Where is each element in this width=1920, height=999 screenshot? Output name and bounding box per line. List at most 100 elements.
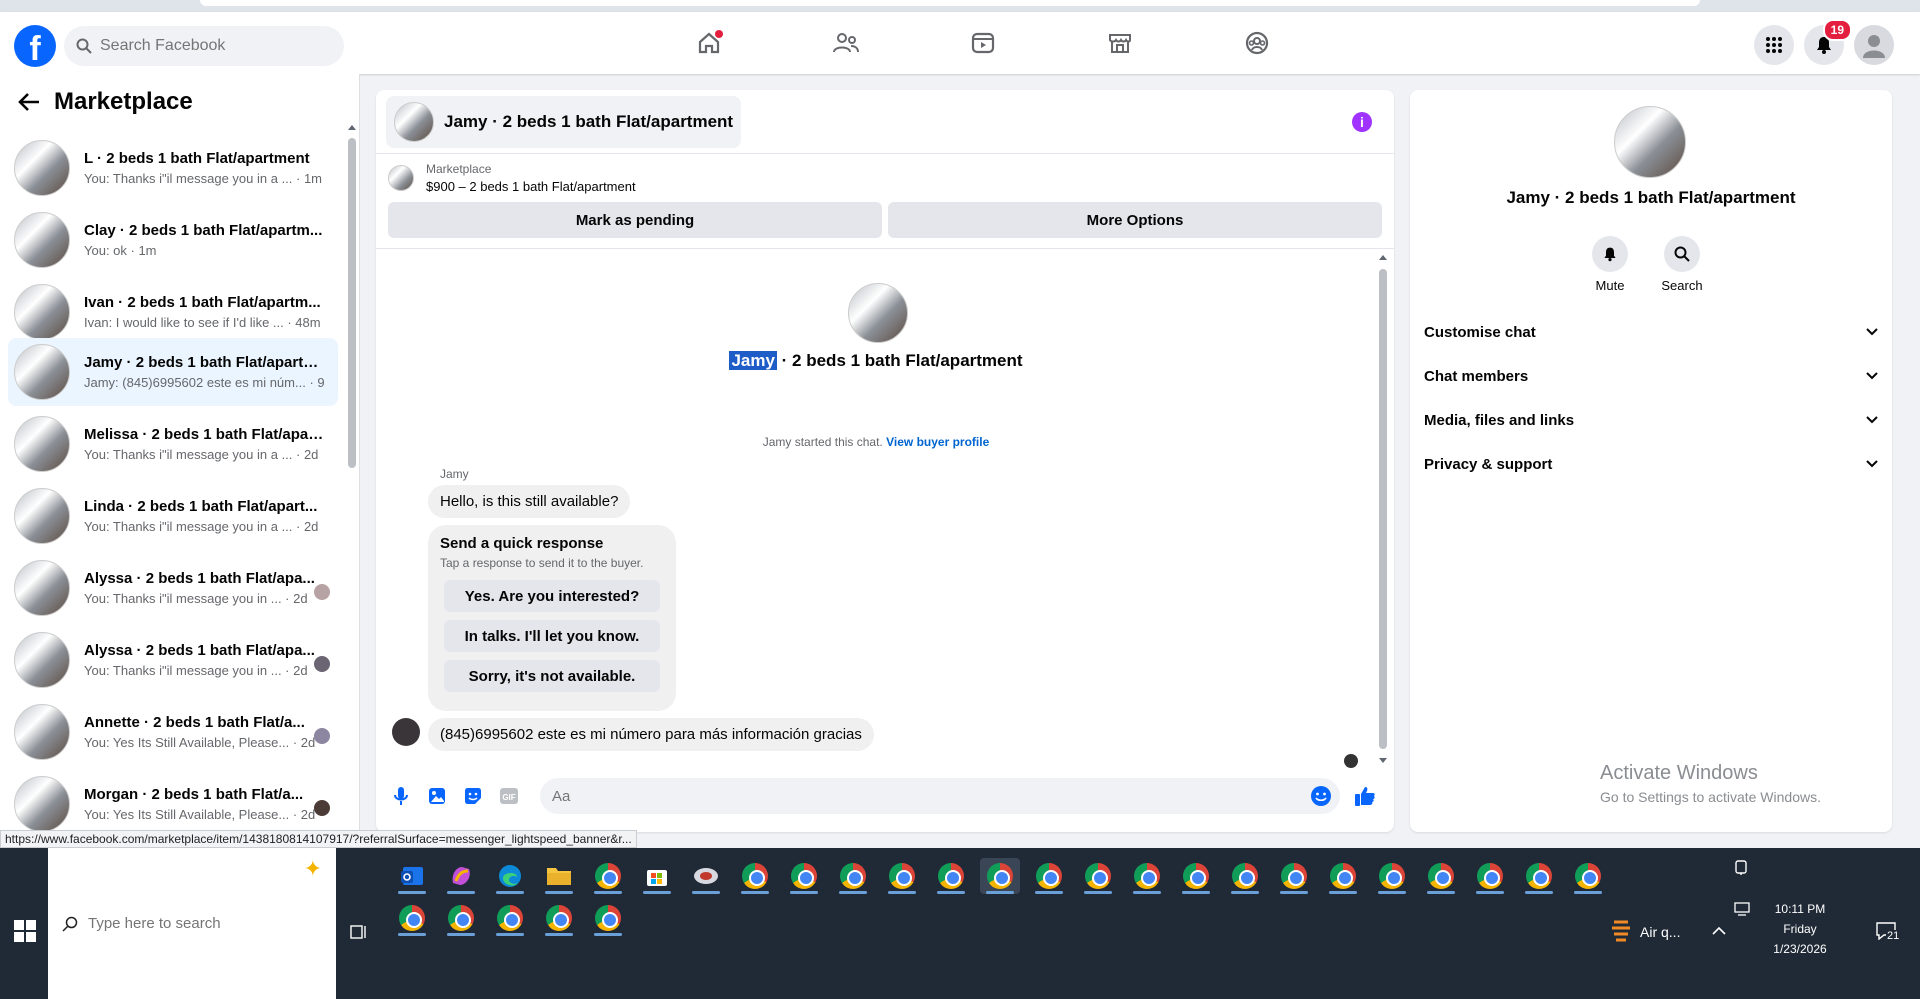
outlook-app[interactable] — [392, 858, 432, 894]
chrome-profile-window[interactable] — [392, 900, 432, 936]
message-bubble[interactable]: (845)6995602 este es mi número para más … — [428, 718, 874, 751]
chrome-profile-window[interactable] — [1029, 858, 1069, 894]
scroll-down-icon[interactable] — [1378, 757, 1388, 765]
marketplace-tab[interactable] — [1051, 12, 1188, 74]
mute-button[interactable]: Mute — [1570, 236, 1650, 293]
message-input[interactable] — [552, 787, 1292, 805]
profile-avatar[interactable] — [1854, 25, 1894, 65]
chrome-profile-window[interactable] — [588, 900, 628, 936]
chrome-profile-window[interactable] — [833, 858, 873, 894]
chrome-profile-window[interactable] — [882, 858, 922, 894]
message-bubble[interactable]: Hello, is this still available? — [428, 485, 631, 518]
conversation-item[interactable]: Alyssa · 2 beds 1 bath Flat/apa... You: T… — [8, 626, 338, 694]
conversation-item[interactable]: Annette · 2 beds 1 bath Flat/a... You: Ye… — [8, 698, 338, 766]
quick-response-in-talks-button[interactable]: In talks. I'll let you know. — [444, 620, 660, 652]
scrollbar-thumb[interactable] — [1379, 269, 1387, 749]
home-notification-dot — [715, 30, 723, 38]
chrome-profile-window[interactable] — [1323, 858, 1363, 894]
weather-icon[interactable] — [1610, 918, 1632, 944]
chrome-profile-window[interactable] — [1176, 858, 1216, 894]
conversation-item[interactable]: Melissa · 2 beds 1 bath Flat/apar... You:… — [8, 410, 338, 478]
home-tab[interactable] — [640, 12, 777, 74]
chrome-profile-window-active[interactable] — [980, 858, 1020, 894]
chrome-profile-window[interactable] — [1372, 858, 1412, 894]
chat-scrollbar[interactable] — [1378, 249, 1388, 769]
search-bar[interactable] — [64, 26, 344, 66]
sticker-button[interactable] — [462, 785, 484, 807]
conversation-item[interactable]: L · 2 beds 1 bath Flat/apartment You: Tha… — [8, 134, 338, 202]
gif-button[interactable]: GIF — [498, 785, 520, 807]
conversation-item[interactable]: Morgan · 2 beds 1 bath Flat/a... You: Yes… — [8, 770, 338, 838]
quick-response-not-available-button[interactable]: Sorry, it's not available. — [444, 660, 660, 692]
like-button[interactable] — [1354, 785, 1376, 807]
clock-date[interactable]: 1/23/2026 — [1760, 942, 1840, 956]
scroll-up-icon[interactable] — [1378, 253, 1388, 261]
copilot-app[interactable] — [441, 858, 481, 894]
meet-now-icon[interactable] — [1734, 860, 1748, 876]
chrome-icon — [595, 863, 621, 889]
conversation-item[interactable]: Clay · 2 beds 1 bath Flat/apartm... You: … — [8, 206, 338, 274]
chrome-profile-window[interactable] — [784, 858, 824, 894]
menu-button[interactable] — [1754, 25, 1794, 65]
taskbar-search-input[interactable] — [88, 915, 288, 932]
chrome-profile-window[interactable] — [1127, 858, 1167, 894]
chevron-up-icon[interactable] — [1712, 926, 1726, 936]
scroll-up-icon[interactable] — [348, 124, 356, 132]
taskbar-search-box[interactable]: ✦ — [48, 848, 336, 999]
groups-tab[interactable] — [1188, 12, 1325, 74]
file-explorer-app[interactable] — [539, 858, 579, 894]
attach-photo-button[interactable] — [426, 785, 448, 807]
chrome-app[interactable] — [588, 858, 628, 894]
media-files-links-row[interactable]: Media, files and links — [1424, 402, 1878, 438]
friends-tab[interactable] — [777, 12, 914, 74]
chrome-icon — [938, 863, 964, 889]
notification-badge: 19 — [1822, 19, 1852, 41]
mark-as-pending-button[interactable]: Mark as pending — [388, 202, 882, 238]
chrome-profile-window[interactable] — [1078, 858, 1118, 894]
conversation-list-scrollbar[interactable] — [348, 124, 356, 844]
chrome-profile-window[interactable] — [735, 858, 775, 894]
chrome-profile-window[interactable] — [931, 858, 971, 894]
customise-chat-row[interactable]: Customise chat — [1424, 314, 1878, 350]
privacy-support-row[interactable]: Privacy & support — [1424, 446, 1878, 482]
chrome-profile-window[interactable] — [539, 900, 579, 936]
conversation-item-active[interactable]: Jamy · 2 beds 1 bath Flat/apartm... Jamy:… — [8, 338, 338, 406]
notification-center-button[interactable]: 21 — [1876, 922, 1901, 945]
task-view-icon[interactable] — [350, 924, 368, 940]
chrome-profile-window[interactable] — [1225, 858, 1265, 894]
search-in-chat-button[interactable]: Search — [1642, 236, 1722, 293]
chrome-profile-window[interactable] — [1274, 858, 1314, 894]
info-icon[interactable]: i — [1352, 112, 1372, 132]
edge-app[interactable] — [490, 858, 530, 894]
search-input[interactable] — [100, 37, 320, 55]
more-options-button[interactable]: More Options — [888, 202, 1382, 238]
clock-time[interactable]: 10:11 PM — [1760, 902, 1840, 916]
clock-day[interactable]: Friday — [1760, 922, 1840, 936]
chat-center-title-rest: · 2 beds 1 bath Flat/apartment — [776, 351, 1023, 370]
chat-title-button[interactable]: Jamy · 2 beds 1 bath Flat/apartment — [386, 96, 742, 148]
svg-text:GIF: GIF — [502, 793, 515, 802]
facebook-logo[interactable]: f — [14, 25, 56, 67]
conversation-item[interactable]: Alyssa · 2 beds 1 bath Flat/apa... You: T… — [8, 554, 338, 622]
conversation-item[interactable]: Linda · 2 beds 1 bath Flat/apart... You: … — [8, 482, 338, 550]
quick-response-yes-button[interactable]: Yes. Are you interested? — [444, 580, 660, 612]
video-tab[interactable] — [914, 12, 1051, 74]
chat-members-row[interactable]: Chat members — [1424, 358, 1878, 394]
back-arrow-icon[interactable] — [18, 92, 40, 112]
conversation-item[interactable]: Ivan · 2 beds 1 bath Flat/apartm... Ivan:… — [8, 278, 338, 346]
store-app[interactable] — [637, 858, 677, 894]
voice-clip-button[interactable] — [390, 785, 412, 807]
scrollbar-thumb[interactable] — [348, 138, 356, 468]
network-icon[interactable] — [1734, 902, 1750, 916]
notifications-button[interactable]: 19 — [1804, 19, 1852, 65]
chrome-profile-window[interactable] — [490, 900, 530, 936]
app-window[interactable] — [686, 858, 726, 894]
message-input-box[interactable] — [540, 778, 1340, 814]
emoji-icon[interactable] — [1310, 785, 1332, 807]
listing-banner[interactable]: Marketplace $900 – 2 beds 1 bath Flat/ap… — [376, 154, 1394, 194]
chrome-profile-window[interactable] — [441, 900, 481, 936]
view-buyer-profile-link[interactable]: View buyer profile — [886, 435, 989, 449]
buyer-avatar[interactable] — [392, 718, 420, 746]
start-button[interactable] — [14, 920, 36, 942]
weather-text[interactable]: Air q... — [1640, 924, 1680, 940]
